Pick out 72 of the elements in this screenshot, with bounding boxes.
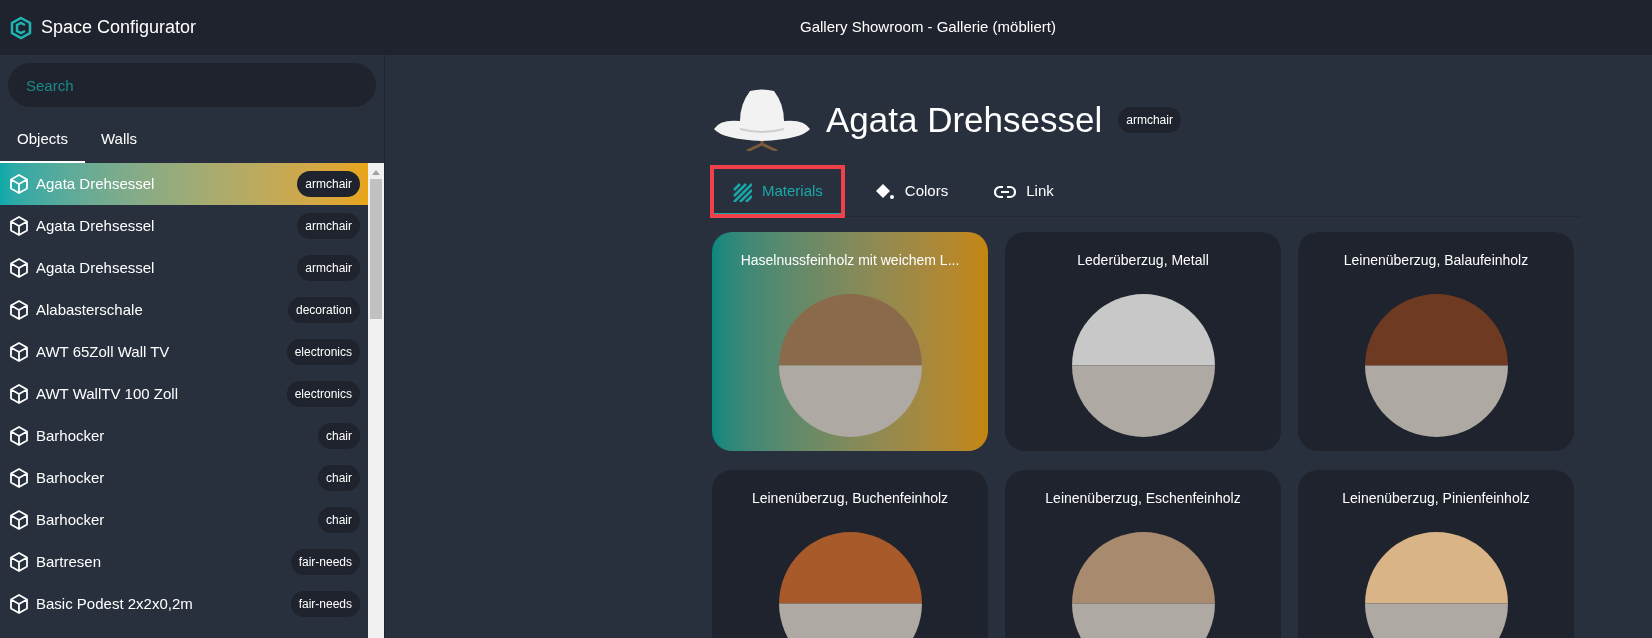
category-tag: chair bbox=[318, 423, 360, 449]
object-row[interactable]: Agata Drehsessel armchair bbox=[0, 163, 368, 205]
detail-tab[interactable]: Colors bbox=[854, 167, 969, 216]
scroll-up-icon[interactable] bbox=[372, 169, 380, 175]
category-tag: chair bbox=[318, 465, 360, 491]
object-row[interactable]: AWT WallTV 100 Zoll electronics bbox=[0, 373, 368, 415]
material-card[interactable]: Haselnussfeinholz mit weichem L... bbox=[712, 232, 988, 451]
cube-icon bbox=[10, 216, 28, 236]
category-tag: armchair bbox=[297, 255, 360, 281]
cube-icon bbox=[10, 594, 28, 614]
object-name: Basic Podest 2x2x0,2m bbox=[36, 593, 194, 614]
hatch-icon bbox=[732, 181, 752, 202]
material-name: Leinenüberzug, Buchenfeinholz bbox=[751, 489, 949, 508]
category-tag: armchair bbox=[1118, 107, 1181, 133]
object-name: Agata Drehsessel bbox=[36, 257, 156, 278]
paint-bucket-icon bbox=[874, 181, 895, 202]
scrollbar[interactable] bbox=[368, 163, 384, 638]
object-row[interactable]: Bartresen fair-needs bbox=[0, 541, 368, 583]
object-name: Bartresen bbox=[36, 551, 103, 572]
object-row[interactable]: Alabasterschale decoration bbox=[0, 289, 368, 331]
cube-icon bbox=[10, 342, 28, 362]
object-name: Barhocker bbox=[36, 509, 106, 530]
logo-icon bbox=[10, 15, 32, 40]
category-tag: electronics bbox=[286, 339, 360, 365]
material-name: Leinenüberzug, Pinienfeinholz bbox=[1342, 489, 1530, 508]
object-name: Agata Drehsessel bbox=[36, 215, 156, 236]
material-card[interactable]: Leinenüberzug, Balaufeinholz bbox=[1298, 232, 1574, 451]
detail-tab[interactable]: Materials bbox=[712, 167, 843, 216]
material-card[interactable]: Leinenüberzug, Buchenfeinholz bbox=[712, 470, 988, 638]
cube-icon bbox=[10, 468, 28, 488]
window-title: Gallery Showroom - Gallerie (möbliert) bbox=[800, 17, 1056, 38]
object-name: Agata Drehsessel bbox=[36, 173, 156, 194]
material-name: Leinenüberzug, Balaufeinholz bbox=[1343, 251, 1529, 270]
object-name: Barhocker bbox=[36, 425, 106, 446]
object-row[interactable]: Barhocker chair bbox=[0, 457, 368, 499]
object-row[interactable]: Agata Drehsessel armchair bbox=[0, 247, 368, 289]
object-row[interactable]: AWT 65Zoll Wall TV electronics bbox=[0, 331, 368, 373]
category-tag: armchair bbox=[297, 213, 360, 239]
cube-icon bbox=[10, 384, 28, 404]
category-tag: electronics bbox=[286, 381, 360, 407]
cube-icon bbox=[10, 510, 28, 530]
object-row[interactable]: Barhocker chair bbox=[0, 499, 368, 541]
material-name: Lederüberzug, Metall bbox=[1077, 251, 1209, 270]
material-name: Leinenüberzug, Eschenfeinholz bbox=[1045, 489, 1241, 508]
object-row[interactable]: Basic Podest 2x2x0,2m fair-needs bbox=[0, 583, 368, 625]
category-tag: fair-needs bbox=[290, 549, 360, 575]
category-tag: armchair bbox=[297, 171, 360, 197]
object-name: AWT 65Zoll Wall TV bbox=[36, 341, 171, 362]
detail-tab[interactable]: Link bbox=[974, 167, 1074, 216]
sidebar-tab[interactable]: Walls bbox=[85, 117, 154, 163]
category-tag: fair-needs bbox=[290, 591, 360, 617]
object-name: Alabasterschale bbox=[36, 299, 144, 320]
cube-icon bbox=[10, 258, 28, 278]
app-name: Space Configurator bbox=[41, 16, 197, 39]
search-field[interactable]: Search bbox=[8, 63, 376, 107]
cube-icon bbox=[10, 426, 28, 446]
category-tag: decoration bbox=[287, 297, 360, 323]
material-card[interactable]: Lederüberzug, Metall bbox=[1005, 232, 1281, 451]
cube-icon bbox=[10, 552, 28, 572]
object-row[interactable]: Barhocker chair bbox=[0, 415, 368, 457]
material-card[interactable]: Leinenüberzug, Pinienfeinholz bbox=[1298, 470, 1574, 638]
cube-icon bbox=[10, 174, 28, 194]
cube-icon bbox=[10, 300, 28, 320]
category-tag: chair bbox=[318, 507, 360, 533]
object-row[interactable]: Agata Drehsessel armchair bbox=[0, 205, 368, 247]
object-title: Agata Drehsessel bbox=[826, 98, 1103, 141]
object-name: Barhocker bbox=[36, 467, 106, 488]
object-name: AWT WallTV 100 Zoll bbox=[36, 383, 179, 404]
material-name: Haselnussfeinholz mit weichem L... bbox=[740, 251, 960, 270]
scrollbar-thumb[interactable] bbox=[370, 179, 382, 319]
link-icon bbox=[994, 184, 1017, 199]
material-card[interactable]: Leinenüberzug, Eschenfeinholz bbox=[1005, 470, 1281, 638]
